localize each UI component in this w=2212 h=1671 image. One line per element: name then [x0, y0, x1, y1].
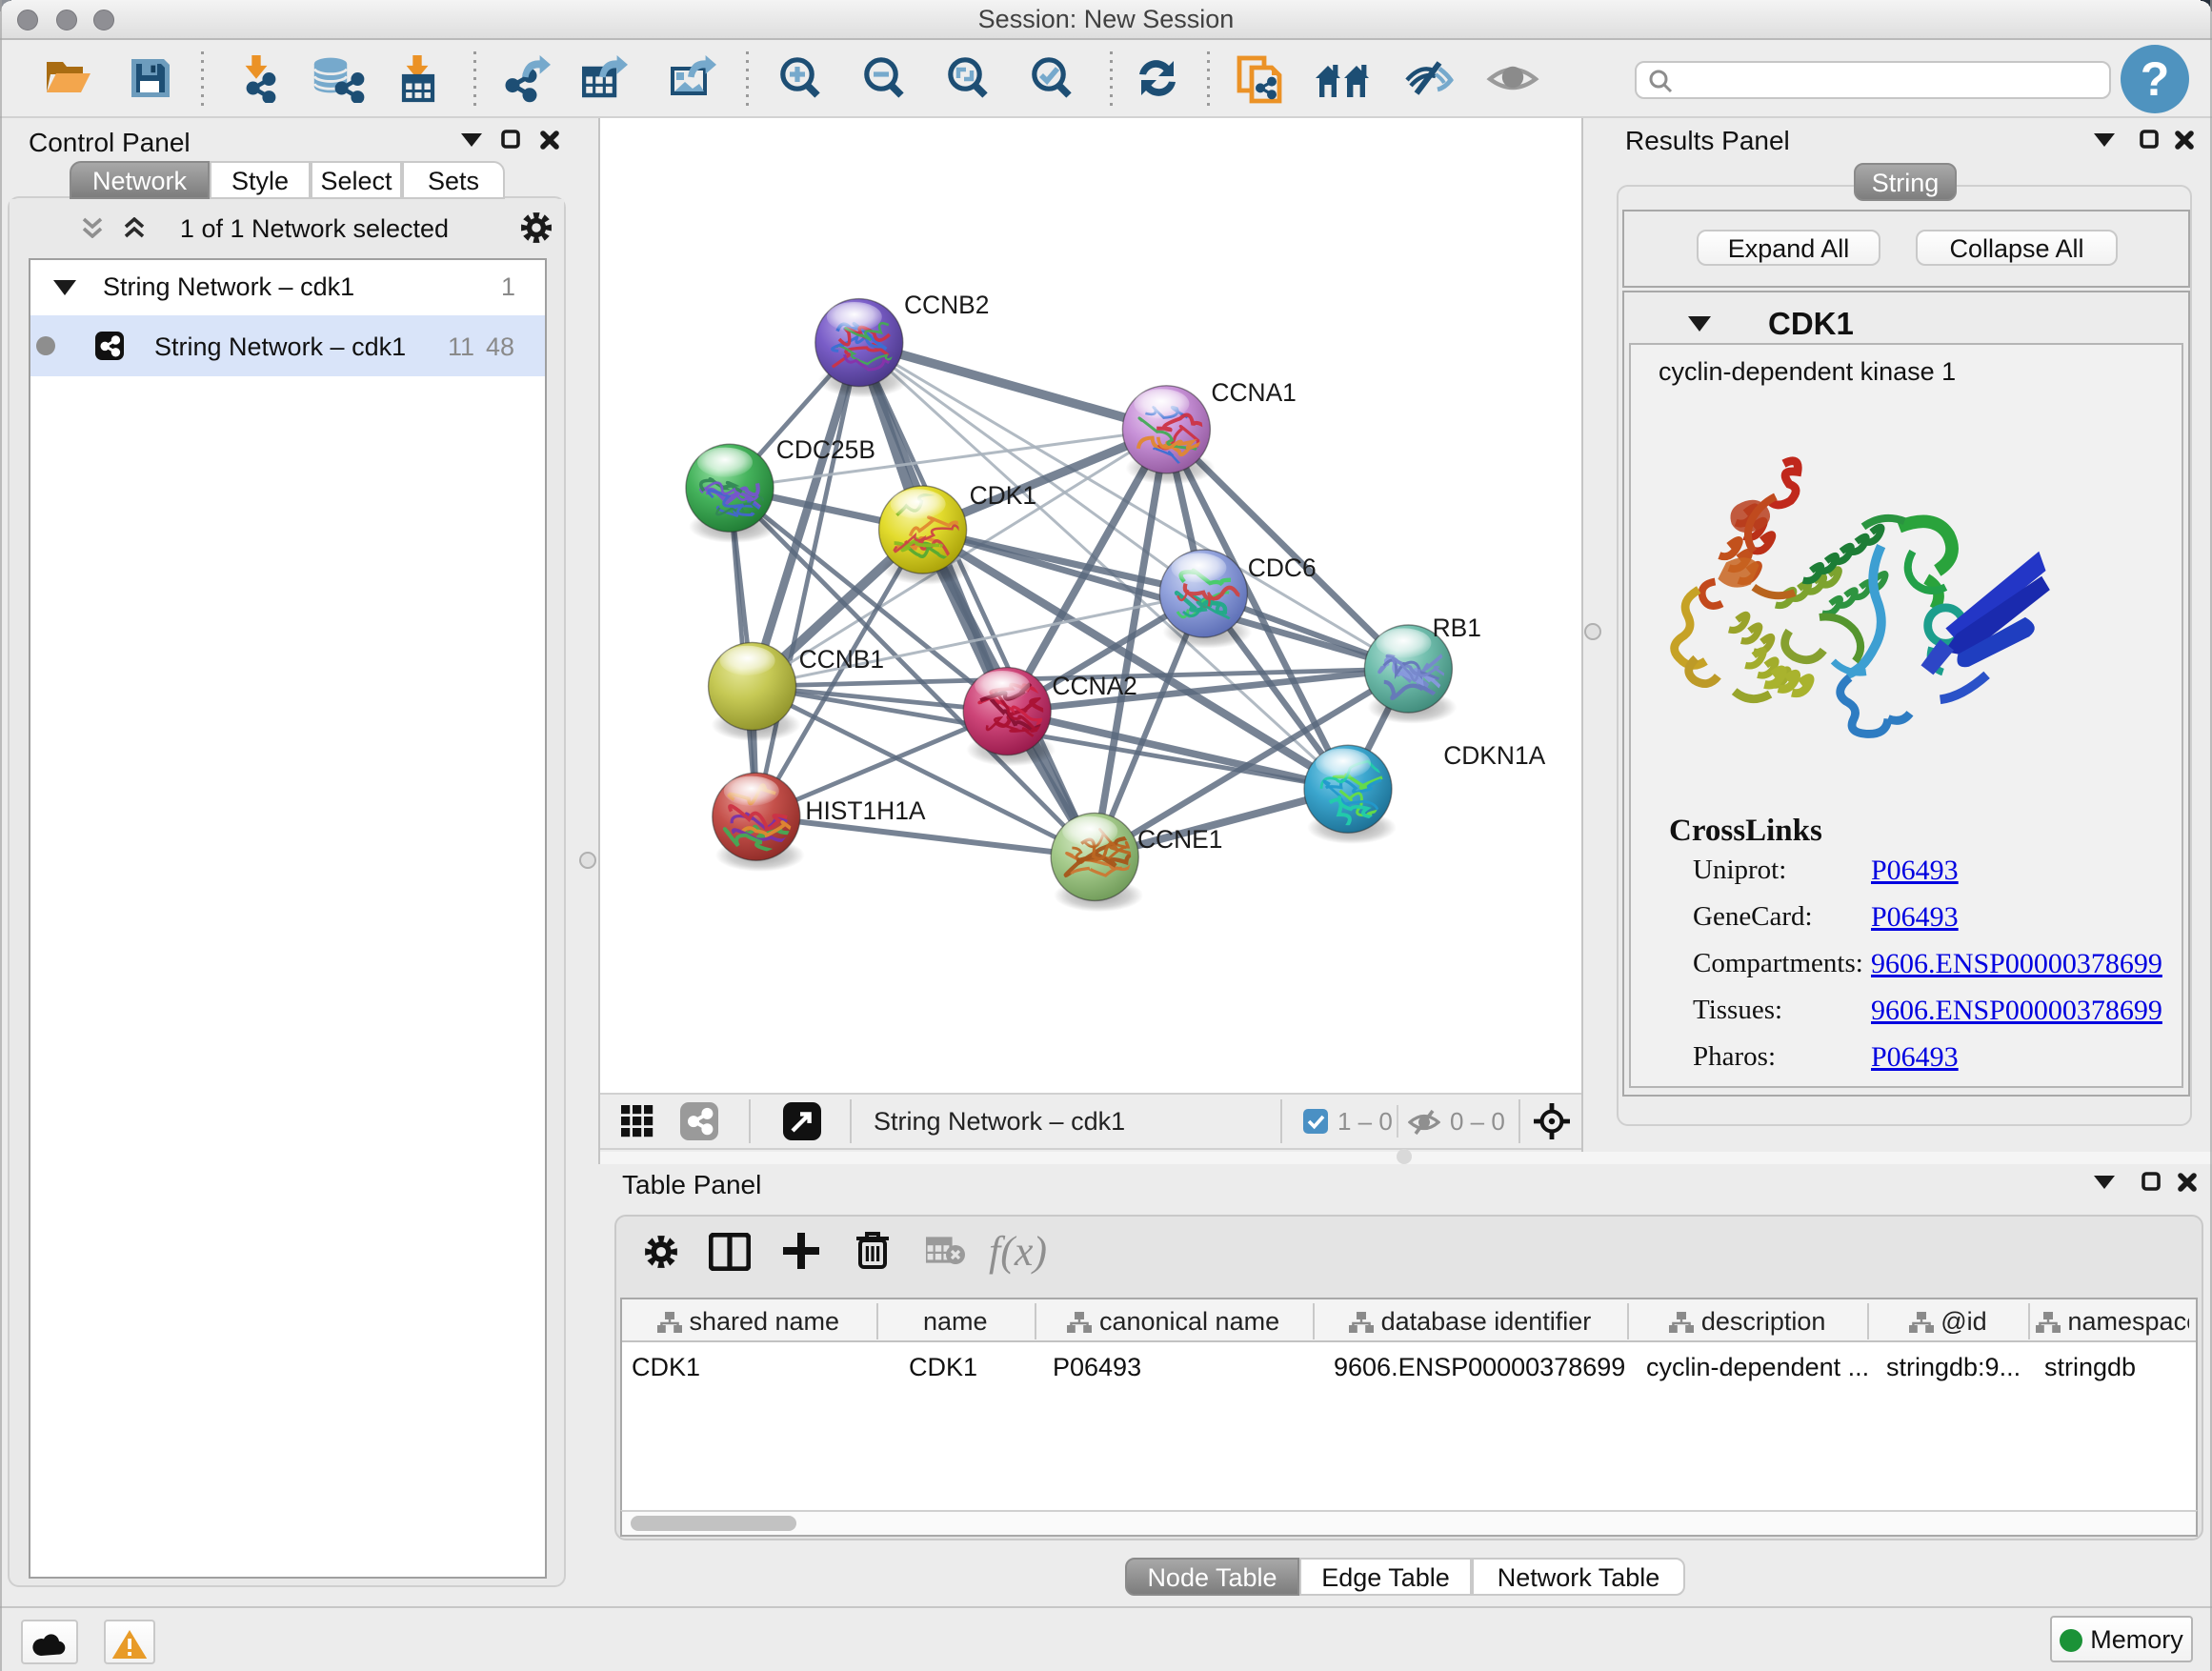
svg-text:?: ? [2141, 52, 2170, 106]
svg-text:CCNB2: CCNB2 [904, 291, 989, 319]
svg-text:CDKN1A: CDKN1A [1443, 741, 1545, 770]
svg-text:RB1: RB1 [1433, 614, 1481, 642]
svg-text:CDC25B: CDC25B [776, 435, 875, 464]
svg-text:CDK1: CDK1 [970, 481, 1036, 510]
svg-text:CCNA2: CCNA2 [1052, 672, 1136, 700]
svg-text:CCNA1: CCNA1 [1211, 378, 1296, 407]
svg-text:CCNE1: CCNE1 [1137, 825, 1222, 854]
svg-text:HIST1H1A: HIST1H1A [805, 796, 926, 825]
svg-text:CCNB1: CCNB1 [799, 645, 884, 674]
svg-text:CDC6: CDC6 [1248, 554, 1317, 582]
